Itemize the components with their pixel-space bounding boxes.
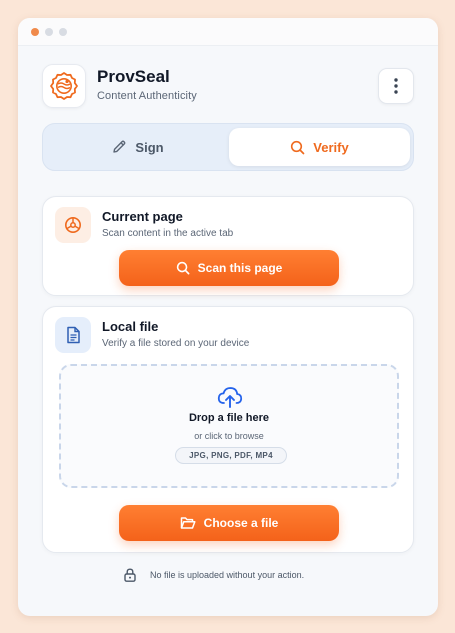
local-file-title: Local file (102, 319, 159, 334)
extension-window: ProvSeal Content Authenticity Sign Verif… (18, 18, 438, 616)
lock-icon (124, 568, 136, 582)
seal-icon (50, 72, 78, 100)
search-icon (291, 140, 305, 154)
kebab-menu-icon (394, 78, 398, 94)
current-page-title: Current page (102, 209, 183, 224)
scan-page-button[interactable]: Scan this page (119, 250, 339, 286)
local-file-icon-box (55, 317, 91, 353)
current-page-icon-box (55, 207, 91, 243)
file-dropzone[interactable]: Drop a file here or click to browse JPG,… (59, 364, 399, 488)
privacy-footer: No file is uploaded without your action. (18, 568, 438, 584)
scan-page-label: Scan this page (197, 261, 283, 275)
local-file-card: Local file Verify a file stored on your … (42, 306, 414, 553)
minimize-dot[interactable] (45, 27, 53, 36)
title-bar (18, 18, 438, 46)
mode-tabs: Sign Verify (42, 123, 414, 171)
tab-verify[interactable]: Verify (229, 128, 410, 166)
maximize-dot[interactable] (59, 27, 67, 36)
app-header: ProvSeal Content Authenticity (42, 64, 414, 108)
document-icon (67, 326, 80, 344)
provseal-logo (42, 64, 86, 108)
choose-file-label: Choose a file (203, 516, 279, 530)
close-dot[interactable] (31, 27, 39, 36)
pencil-icon (113, 140, 126, 153)
tab-verify-label: Verify (313, 139, 349, 155)
local-file-subtitle: Verify a file stored on your device (102, 338, 250, 349)
supported-formats-badge: JPG, PNG, PDF, MP4 (175, 447, 287, 464)
dropzone-title: Drop a file here (188, 412, 270, 424)
tab-sign-label: Sign (135, 139, 164, 155)
app-subtitle: Content Authenticity (97, 90, 197, 102)
cloud-upload-icon (217, 387, 243, 408)
current-page-subtitle: Scan content in the active tab (102, 228, 234, 239)
search-icon (176, 261, 190, 275)
choose-file-button[interactable]: Choose a file (119, 505, 339, 541)
current-page-card: Current page Scan content in the active … (42, 196, 414, 296)
tab-sign[interactable]: Sign (47, 128, 228, 166)
app-name: ProvSeal (97, 67, 170, 86)
more-menu-button[interactable] (378, 68, 414, 104)
folder-open-icon (180, 517, 196, 529)
dropzone-subtitle: or click to browse (194, 431, 264, 441)
privacy-note: No file is uploaded without your action. (150, 570, 305, 580)
globe-scan-icon (65, 217, 81, 233)
